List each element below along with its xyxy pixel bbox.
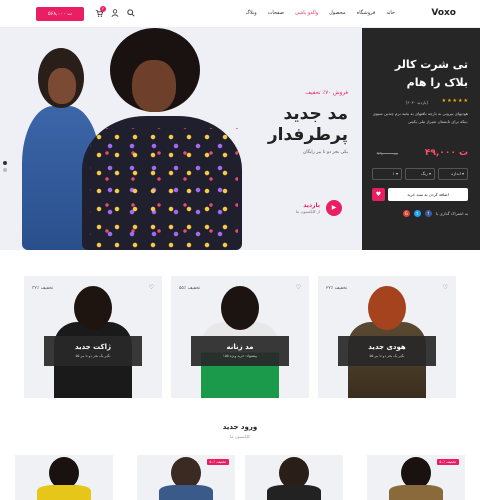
review-count: (۶۰۳۰ بازدید): [405, 100, 428, 105]
category-overlay: هودی جدید بگیر یک بخر دو تا ببر ۵۵: [338, 336, 436, 366]
twitter-icon[interactable]: t: [413, 210, 421, 217]
heart-icon[interactable]: ♡: [443, 284, 448, 291]
price-original: ۹۹,۰۰۰ ت: [376, 151, 398, 157]
cart-total-button[interactable]: ۵۶۸,۰۰۰ ت: [36, 7, 84, 21]
model-left-face: [48, 68, 76, 104]
quantity-select[interactable]: ۱ ▾: [372, 168, 402, 180]
model-head: [368, 286, 406, 330]
nav-item-product[interactable]: محصول: [329, 10, 345, 16]
option-selects: اندازه ▾ رنگ ▾ ۱ ▾: [372, 168, 468, 180]
heart-icon[interactable]: ♡: [296, 284, 301, 291]
hero-sale-label: فروش ۷۰٪ تخفیف: [305, 90, 348, 96]
color-select-label: رنگ: [421, 171, 428, 176]
discount-badge: ۵۰٪ تخفیف: [206, 459, 229, 465]
discount-label: ۲۲٪ تخفیف: [326, 286, 348, 291]
slider-dot[interactable]: [3, 168, 7, 172]
facebook-icon[interactable]: f: [424, 210, 432, 217]
price-current: ۴۹,۰۰۰ ت: [424, 148, 468, 158]
slider-dot[interactable]: [3, 161, 7, 165]
star-icon: ★: [458, 98, 463, 104]
heart-icon[interactable]: ♡: [149, 284, 154, 291]
category-title: ژاکت جدید: [74, 343, 112, 351]
product-title: تی شرت کالر بلاک را هام: [394, 58, 468, 89]
category-cards: ۲۲٪ تخفیف ♡ هودی جدید بگیر یک بخر دو تا …: [24, 276, 456, 398]
hero-text: فروش ۷۰٪ تخفیف مد جدید پرطرفدار یکی بخر …: [228, 90, 348, 155]
quantity-select-label: ۱: [392, 171, 395, 176]
star-rating: ★ ★ ★ ★ ★: [442, 98, 468, 104]
category-subtitle: بگیر یک بخر دو تا ببر ۵۵: [75, 354, 111, 358]
site-logo[interactable]: Voxo: [431, 8, 456, 18]
model-head: [221, 286, 259, 330]
category-title: هودی جدید: [368, 343, 406, 351]
nav-item-special[interactable]: والدو پاشی: [295, 10, 318, 16]
cart-count-badge: ۲: [100, 6, 106, 12]
hero-banner: فروش ۷۰٪ تخفیف مد جدید پرطرفدار یکی بخر …: [0, 28, 362, 250]
nav-item-blog[interactable]: وبلاگ: [245, 10, 256, 16]
model-image: [159, 485, 213, 500]
product-panel: تی شرت کالر بلاک را هام ★ ★ ★ ★ ★ (۶۰۳۰ …: [362, 28, 480, 250]
hoodie-pattern: [90, 128, 238, 248]
color-select[interactable]: رنگ ▾: [405, 168, 435, 180]
search-icon[interactable]: [126, 9, 136, 19]
category-card-women[interactable]: ۵۵٪ تخفیف ♡ مد زنانه پیشنهاد: خرید ویژه …: [171, 276, 309, 398]
size-select-label: اندازه: [451, 171, 461, 176]
nav-item-shop[interactable]: فروشگاه: [357, 10, 376, 16]
add-to-cart-button[interactable]: اضافه کردن به سبد خرید: [388, 188, 468, 201]
discount-label: ۳۲٪ تخفیف: [32, 286, 54, 291]
section-subtitle: کلکسیون ما: [230, 434, 250, 439]
cta-title[interactable]: بازدید: [296, 202, 320, 209]
cta-text: بازدید از کلکسیون ما: [296, 202, 320, 214]
star-icon: ★: [447, 98, 452, 104]
product-card[interactable]: ۵۰٪ تخفیف: [367, 455, 465, 500]
heart-icon[interactable]: ♥: [372, 188, 385, 201]
product-card[interactable]: ۵۰٪ تخفیف: [137, 455, 235, 500]
discount-badge: ۵۰٪ تخفیف: [436, 459, 459, 465]
product-description: هودیهای بیرونی به بارچه بافتهای به بخیه …: [372, 111, 468, 124]
size-select[interactable]: اندازه ▾: [438, 168, 468, 180]
category-subtitle: پیشنهاد: خرید ویژه ۱۵۵: [223, 354, 257, 358]
category-overlay: ژاکت جدید بگیر یک بخر دو تا ببر ۵۵: [44, 336, 142, 366]
section-title: ورود جدید: [222, 423, 258, 431]
google-icon[interactable]: G: [402, 210, 410, 217]
cta-subtitle: از کلکسیون ما: [295, 209, 320, 214]
hero-title: مد جدید پرطرفدار: [267, 104, 348, 145]
share-row: به اشتراک گذاری با f t G: [402, 210, 468, 217]
star-icon: ★: [463, 98, 468, 104]
category-subtitle: بگیر یک بخر دو تا ببر ۵۵: [369, 354, 405, 358]
category-title: مد زنانه: [226, 343, 254, 351]
main-nav: خانه فروشگاه محصول والدو پاشی صفحات وبلا…: [245, 10, 395, 16]
star-icon: ★: [452, 98, 458, 104]
share-label: به اشتراک گذاری با: [435, 211, 468, 216]
star-icon: ★: [441, 98, 447, 104]
product-actions: اضافه کردن به سبد خرید ♥: [372, 188, 468, 201]
user-icon[interactable]: [110, 9, 120, 19]
cart-total-label: ۵۶۸,۰۰۰ ت: [47, 11, 72, 17]
top-header: Voxo خانه فروشگاه محصول والدو پاشی صفحات…: [0, 0, 480, 28]
category-card-jacket[interactable]: ۳۲٪ تخفیف ♡ ژاکت جدید بگیر یک بخر دو تا …: [24, 276, 162, 398]
product-card[interactable]: [245, 455, 343, 500]
play-icon[interactable]: ▶: [326, 200, 342, 216]
category-overlay: مد زنانه پیشنهاد: خرید ویژه ۱۵۵: [191, 336, 289, 366]
product-card[interactable]: [15, 455, 113, 500]
model-image: [267, 485, 321, 500]
model-right-face: [132, 60, 176, 112]
nav-item-pages[interactable]: صفحات: [268, 10, 284, 16]
category-card-hoodie[interactable]: ۲۲٪ تخفیف ♡ هودی جدید بگیر یک بخر دو تا …: [318, 276, 456, 398]
discount-label: ۵۵٪ تخفیف: [179, 286, 201, 291]
nav-item-home[interactable]: خانه: [386, 10, 395, 16]
model-image: [37, 485, 91, 500]
hero-cta[interactable]: ▶ بازدید از کلکسیون ما: [296, 200, 342, 216]
slider-dots[interactable]: [3, 161, 7, 175]
hero-subtitle: یکی بخر دو تا ببر رایگان: [302, 150, 348, 155]
model-head: [74, 286, 112, 330]
model-image: [389, 485, 443, 500]
